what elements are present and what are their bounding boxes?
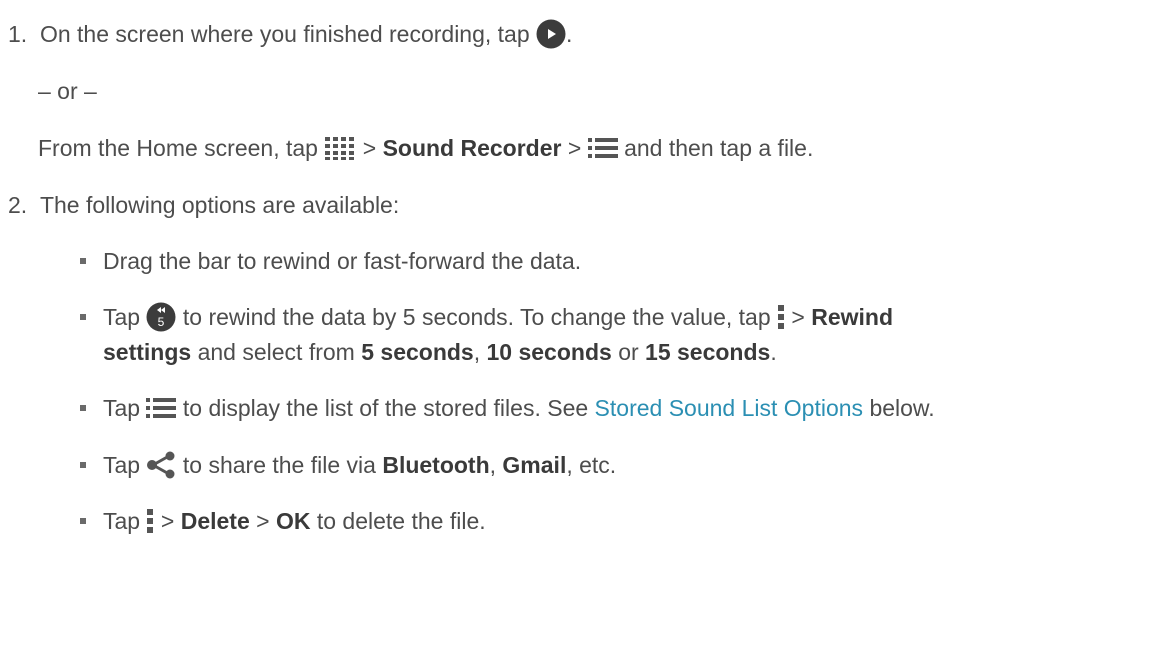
option-drag: Drag the bar to rewind or fast-forward t… — [103, 245, 581, 277]
list-icon — [587, 136, 618, 160]
option-text-end: to delete the file. — [316, 508, 486, 534]
step-text-end: . — [566, 21, 573, 47]
step-number: 1. — [8, 21, 28, 47]
option-text-end: , etc. — [566, 452, 617, 478]
gmail-label: Gmail — [502, 452, 567, 478]
share-icon — [146, 451, 176, 479]
ten-seconds-label: 10 seconds — [486, 339, 612, 365]
option-text: and select from — [197, 339, 355, 365]
bullet — [80, 314, 86, 320]
bullet — [80, 462, 86, 468]
separator: > — [256, 508, 270, 534]
step-1-alt-line: From the Home screen, tap > Sound Record… — [38, 132, 813, 164]
option-share: Tap to share the file via Bluetooth, Gma… — [103, 449, 616, 481]
comma: , — [489, 452, 497, 478]
fifteen-seconds-label: 15 seconds — [645, 339, 771, 365]
tap-word: Tap — [103, 395, 141, 421]
settings-label: settings — [103, 339, 192, 365]
ok-label: OK — [275, 508, 311, 534]
option-text: Drag the bar to rewind or fast-forward t… — [103, 248, 582, 274]
option-rewind-cont: settings and select from 5 seconds, 10 s… — [103, 336, 777, 368]
tap-word: Tap — [103, 304, 141, 330]
bullet — [80, 405, 86, 411]
sound-recorder-label: Sound Recorder — [382, 135, 562, 161]
comma: , — [473, 339, 481, 365]
tap-word: Tap — [103, 452, 141, 478]
separator: > — [567, 135, 582, 161]
bullet — [80, 258, 86, 264]
option-rewind: Tap 5 to rewind the data by 5 seconds. T… — [103, 301, 893, 333]
or-word: or — [618, 339, 639, 365]
rewind-5-icon: 5 — [146, 302, 176, 332]
menu-icon — [146, 508, 154, 534]
step-text: The following options are available: — [39, 192, 400, 218]
play-button-icon — [536, 19, 566, 49]
option-text: to display the list of the stored files.… — [182, 395, 589, 421]
or-separator: – or – — [38, 75, 97, 107]
step-2-line: 2. The following options are available: — [8, 189, 399, 221]
bluetooth-label: Bluetooth — [382, 452, 490, 478]
rewind-icon-number: 5 — [158, 315, 165, 329]
option-list: Tap to display the list of the stored fi… — [103, 392, 935, 424]
option-text: to share the file via — [182, 452, 376, 478]
step-text: On the screen where you finished recordi… — [39, 21, 530, 47]
option-delete: Tap > Delete > OK to delete the file. — [103, 505, 486, 537]
bullet — [80, 518, 86, 524]
option-text: to rewind the data by 5 seconds. To chan… — [182, 304, 771, 330]
separator: > — [160, 508, 175, 534]
separator: > — [791, 304, 805, 330]
delete-label: Delete — [180, 508, 250, 534]
tap-word: Tap — [103, 508, 141, 534]
option-text-end: below. — [869, 395, 935, 421]
alt-prefix: From the Home screen, tap — [38, 135, 318, 161]
step-number: 2. — [8, 192, 28, 218]
five-seconds-label: 5 seconds — [361, 339, 474, 365]
list-icon — [146, 396, 177, 420]
menu-icon — [777, 304, 785, 330]
separator: > — [362, 135, 377, 161]
stored-sound-list-options-link[interactable]: Stored Sound List Options — [595, 392, 864, 424]
period: . — [770, 339, 777, 365]
step-1-line: 1. On the screen where you finished reco… — [8, 18, 572, 50]
alt-suffix: and then tap a file. — [624, 135, 814, 161]
apps-grid-icon — [324, 135, 356, 161]
rewind-label: Rewind — [811, 304, 894, 330]
or-text: – or – — [38, 78, 97, 104]
